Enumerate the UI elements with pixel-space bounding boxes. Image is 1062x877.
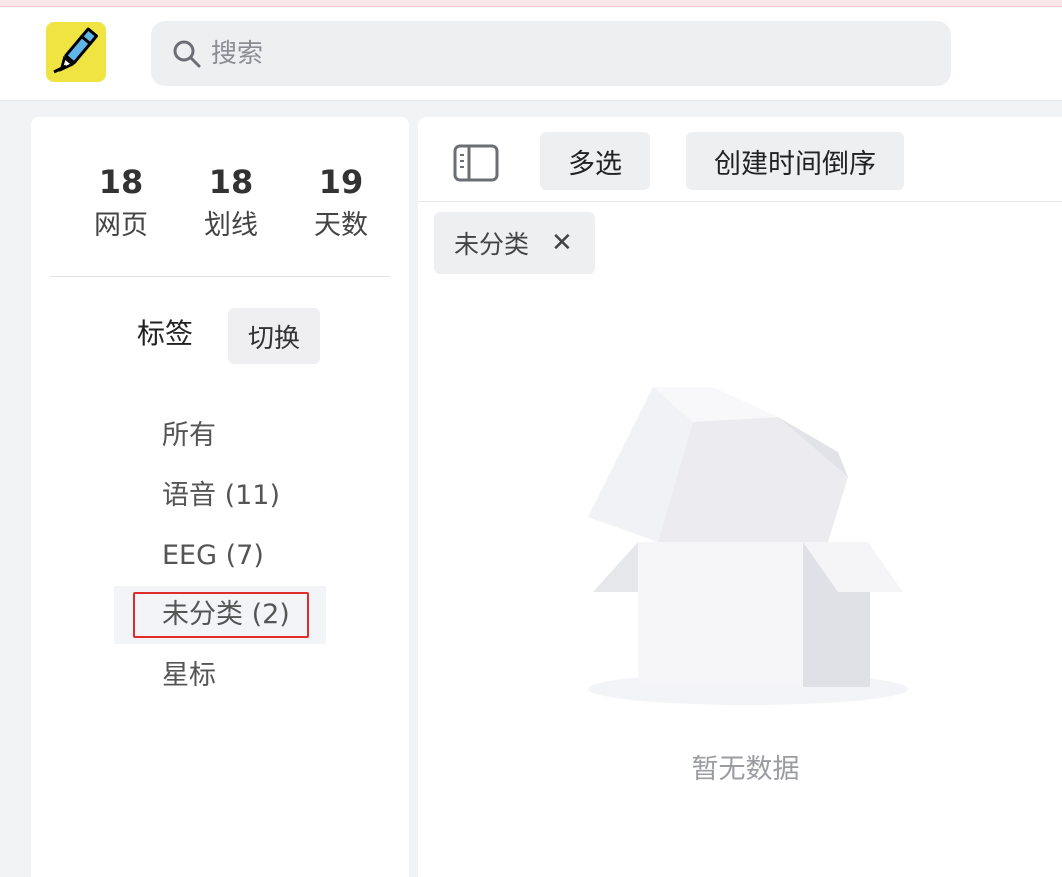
- tags-title: 标签: [137, 317, 194, 350]
- stat-days-value: 19: [318, 163, 364, 201]
- toolbar: 多选 创建时间倒序: [418, 117, 1062, 202]
- search-bar[interactable]: [151, 21, 951, 86]
- search-input[interactable]: [209, 37, 893, 70]
- stat-days-label: 天数: [314, 210, 368, 241]
- app-header: [0, 7, 1062, 101]
- sidebar-divider: [50, 276, 390, 277]
- stat-webpages: 18 网页: [81, 162, 161, 246]
- close-icon[interactable]: ✕: [551, 228, 573, 258]
- filter-chip-label: 未分类: [454, 230, 530, 259]
- filter-chip[interactable]: 未分类 ✕: [434, 212, 595, 274]
- search-icon: [173, 40, 201, 67]
- tag-item-voice[interactable]: 语音 (11): [114, 467, 326, 525]
- stat-days: 19 天数: [301, 162, 381, 246]
- highlight-box: [133, 592, 309, 638]
- sidebar-toggle-icon[interactable]: [453, 144, 499, 182]
- stat-highlights-label: 划线: [204, 210, 258, 241]
- top-strip: [0, 0, 1062, 7]
- stat-highlights: 18 划线: [191, 162, 271, 246]
- tag-item-starred[interactable]: 星标: [114, 647, 326, 705]
- stats-row: 18 网页 18 划线 19 天数: [81, 162, 411, 252]
- stat-webpages-label: 网页: [94, 210, 148, 241]
- app-logo[interactable]: [46, 22, 106, 82]
- tag-item-eeg[interactable]: EEG (7): [114, 527, 326, 585]
- tag-item-all[interactable]: 所有: [114, 407, 326, 465]
- empty-box-illustration: [588, 387, 908, 705]
- stat-highlights-value: 18: [208, 163, 254, 201]
- pencil-logo-icon: [53, 27, 98, 74]
- stat-webpages-value: 18: [98, 163, 144, 201]
- sort-button[interactable]: 创建时间倒序: [686, 132, 904, 190]
- main-panel: 多选 创建时间倒序 未分类 ✕ 暂无数据: [418, 117, 1062, 877]
- empty-state-text: 暂无数据: [691, 754, 800, 785]
- switch-button[interactable]: 切换: [228, 308, 320, 364]
- sidebar: 18 网页 18 划线 19 天数 标签 切换 所有 语音 (11) EEG (…: [31, 117, 409, 877]
- multi-select-button[interactable]: 多选: [540, 132, 650, 190]
